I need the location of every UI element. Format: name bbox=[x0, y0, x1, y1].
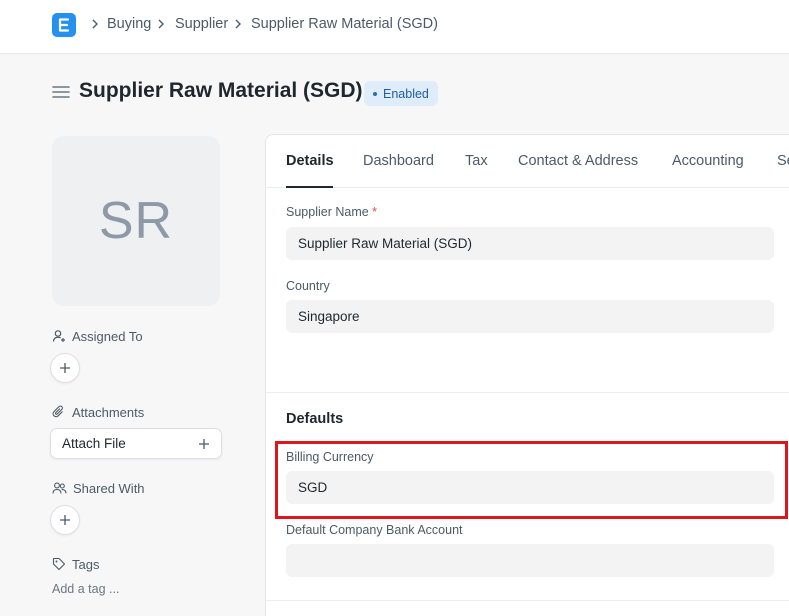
status-badge-label: Enabled bbox=[383, 86, 429, 101]
avatar[interactable]: SR bbox=[52, 136, 220, 306]
bank-account-field[interactable] bbox=[286, 544, 774, 577]
status-dot bbox=[373, 91, 377, 96]
tab-dashboard[interactable]: Dashboard bbox=[363, 153, 434, 169]
section-divider bbox=[266, 392, 789, 393]
supplier-name-label-text: Supplier Name bbox=[286, 205, 369, 219]
billing-currency-highlight-box bbox=[275, 441, 788, 519]
country-label: Country bbox=[286, 279, 330, 293]
plus-icon bbox=[60, 363, 70, 373]
shared-with-label: Shared With bbox=[73, 480, 145, 496]
hamburger-menu-icon[interactable] bbox=[52, 84, 70, 100]
form-card: Details Dashboard Tax Contact & Address … bbox=[265, 134, 789, 616]
assigned-to-label: Assigned To bbox=[72, 328, 143, 344]
shared-with-heading: Shared With bbox=[52, 479, 145, 497]
supplier-name-label: Supplier Name * bbox=[286, 205, 377, 219]
form-tabs: Details Dashboard Tax Contact & Address … bbox=[266, 135, 789, 188]
defaults-section-title: Defaults bbox=[286, 411, 344, 427]
plus-icon bbox=[60, 515, 70, 525]
section-divider bbox=[266, 600, 789, 601]
add-assignee-button[interactable] bbox=[50, 353, 80, 383]
chevron-right-icon bbox=[235, 19, 241, 29]
attach-file-button[interactable]: Attach File bbox=[50, 428, 222, 459]
bank-account-label: Default Company Bank Account bbox=[286, 523, 463, 537]
assigned-to-heading: Assigned To bbox=[52, 327, 143, 345]
top-navbar: Buying Supplier Supplier Raw Material (S… bbox=[0, 0, 789, 54]
attachments-heading: Attachments bbox=[52, 403, 144, 421]
supplier-name-field[interactable]: Supplier Raw Material (SGD) bbox=[286, 227, 774, 260]
tags-heading: Tags bbox=[52, 555, 99, 573]
tab-contact-address[interactable]: Contact & Address bbox=[518, 153, 638, 169]
required-indicator: * bbox=[372, 205, 378, 219]
user-plus-icon bbox=[52, 330, 65, 342]
breadcrumb-current[interactable]: Supplier Raw Material (SGD) bbox=[251, 16, 438, 32]
breadcrumb-supplier[interactable]: Supplier bbox=[175, 16, 228, 32]
active-tab-indicator bbox=[286, 186, 333, 188]
chevron-right-icon bbox=[92, 19, 98, 29]
attach-file-label: Attach File bbox=[62, 436, 126, 451]
tag-icon bbox=[52, 557, 66, 571]
tab-details[interactable]: Details bbox=[286, 153, 334, 169]
tab-settings[interactable]: Se bbox=[777, 153, 789, 169]
add-share-button[interactable] bbox=[50, 505, 80, 535]
breadcrumb-buying[interactable]: Buying bbox=[107, 16, 151, 32]
add-tag-link[interactable]: Add a tag ... bbox=[52, 582, 119, 596]
country-field[interactable]: Singapore bbox=[286, 300, 774, 333]
status-badge: Enabled bbox=[364, 81, 438, 106]
attachments-label: Attachments bbox=[72, 404, 145, 420]
tab-accounting[interactable]: Accounting bbox=[672, 153, 744, 169]
app-logo-icon[interactable] bbox=[52, 13, 76, 37]
plus-icon bbox=[199, 438, 209, 449]
chevron-right-icon bbox=[158, 19, 164, 29]
paperclip-icon bbox=[52, 405, 63, 418]
tab-tax[interactable]: Tax bbox=[465, 153, 488, 169]
tags-label: Tags bbox=[72, 556, 100, 572]
users-icon bbox=[52, 482, 67, 494]
page-title: Supplier Raw Material (SGD) bbox=[79, 79, 363, 102]
